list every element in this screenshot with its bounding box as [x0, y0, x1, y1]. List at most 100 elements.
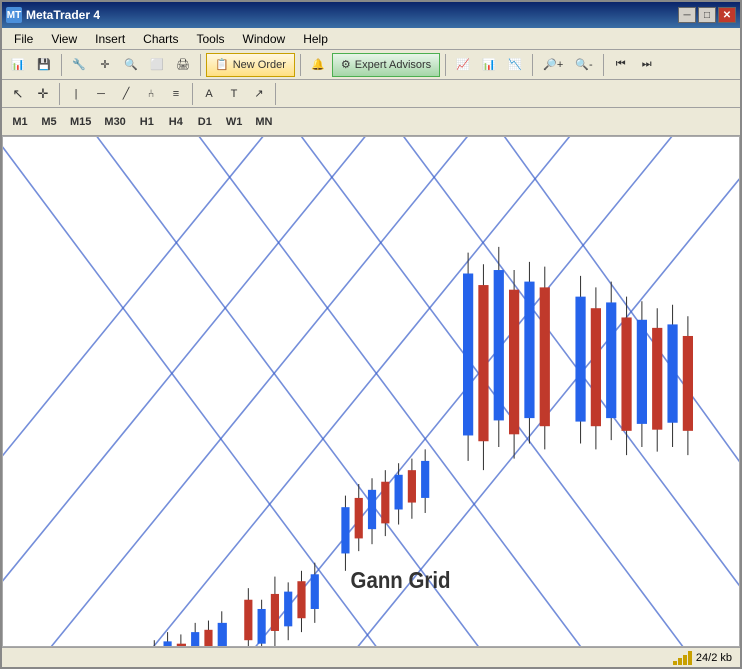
- separator-3: [300, 54, 301, 76]
- svg-text:Gann Grid: Gann Grid: [351, 567, 451, 593]
- chart-candle-btn[interactable]: 📊: [477, 53, 501, 77]
- signal-bar-2: [678, 658, 682, 665]
- cursor-icon: ↖: [13, 86, 24, 102]
- trading-icon-btn[interactable]: 🔔: [306, 53, 330, 77]
- scroll-fwd-btn[interactable]: ⏭: [635, 53, 659, 77]
- tf-h1[interactable]: H1: [133, 111, 161, 133]
- separator-5: [532, 54, 533, 76]
- print-button[interactable]: 🖨: [171, 53, 195, 77]
- new-order-label: New Order: [233, 59, 286, 71]
- signal-bar-1: [673, 661, 677, 665]
- chart-bar-btn[interactable]: 📈: [451, 53, 475, 77]
- vline-icon: |: [75, 88, 78, 100]
- text-label-tool[interactable]: T: [222, 82, 246, 106]
- crosshair-icon: ✛: [38, 86, 49, 102]
- arrow-tool[interactable]: ↗: [247, 82, 271, 106]
- status-kb-info: 24/2 kb: [696, 652, 732, 664]
- signal-icon: [673, 651, 692, 665]
- crosshair-tool[interactable]: ✛: [31, 82, 55, 106]
- chart-line-btn[interactable]: 📉: [503, 53, 527, 77]
- new-chart-icon: 📊: [11, 58, 25, 71]
- expert-advisors-label: Expert Advisors: [355, 59, 431, 71]
- channel-icon: ≡: [173, 88, 179, 100]
- print-icon: 🖨: [176, 58, 190, 71]
- text-icon: A: [205, 88, 212, 100]
- minimize-button[interactable]: ─: [678, 7, 696, 23]
- scroll-back-btn[interactable]: ⏮: [609, 53, 633, 77]
- toolbar-drawing: ↖ ✛ | ─ ╱ ⑃ ≡ A T ↗: [2, 80, 740, 108]
- scroll-fwd-icon: ⏭: [642, 58, 652, 71]
- main-window: MT MetaTrader 4 ─ □ ✕ File View Insert C…: [0, 0, 742, 669]
- app-icon-text: MT: [7, 10, 21, 21]
- menu-insert[interactable]: Insert: [87, 30, 133, 48]
- vline-tool[interactable]: |: [64, 82, 88, 106]
- zoom-button[interactable]: 🔍: [119, 53, 143, 77]
- status-indicator: 24/2 kb: [673, 651, 732, 665]
- new-order-icon: 📋: [215, 58, 229, 71]
- new-chart-button[interactable]: 📊: [6, 53, 30, 77]
- expert-advisors-button[interactable]: ⚙ Expert Advisors: [332, 53, 440, 77]
- tf-w1[interactable]: W1: [220, 111, 249, 133]
- separator-4: [445, 54, 446, 76]
- pitchfork-icon: ⑃: [148, 88, 155, 100]
- chart-area[interactable]: Gann Grid: [2, 136, 740, 647]
- chart-candle-icon: 📊: [482, 58, 496, 71]
- draw-sep-3: [275, 83, 276, 105]
- separator-2: [200, 54, 201, 76]
- menu-window[interactable]: Window: [235, 30, 294, 48]
- new-order-button[interactable]: 📋 New Order: [206, 53, 295, 77]
- zoom-out-btn[interactable]: 🔍-: [570, 53, 597, 77]
- menu-view[interactable]: View: [43, 30, 85, 48]
- zoom-in-icon: 🔎+: [543, 58, 563, 71]
- tf-mn[interactable]: MN: [249, 111, 278, 133]
- pitchfork-tool[interactable]: ⑃: [139, 82, 163, 106]
- trendline-icon: ╱: [123, 87, 130, 100]
- zoom-in-btn[interactable]: 🔎+: [538, 53, 568, 77]
- zoom-out-icon: 🔍-: [575, 58, 592, 71]
- tf-m1[interactable]: M1: [6, 111, 34, 133]
- chart-bar-icon: 📈: [456, 58, 470, 71]
- tf-m5[interactable]: M5: [35, 111, 63, 133]
- navigate-button[interactable]: ✛: [93, 53, 117, 77]
- channel-tool[interactable]: ≡: [164, 82, 188, 106]
- tf-h4[interactable]: H4: [162, 111, 190, 133]
- text-label-icon: T: [231, 88, 238, 100]
- trendline-tool[interactable]: ╱: [114, 82, 138, 106]
- text-tool[interactable]: A: [197, 82, 221, 106]
- open-account-button[interactable]: 💾: [32, 53, 56, 77]
- close-button[interactable]: ✕: [718, 7, 736, 23]
- status-bar: 24/2 kb: [2, 647, 740, 667]
- chart-line-icon: 📉: [508, 58, 522, 71]
- tf-d1[interactable]: D1: [191, 111, 219, 133]
- toolbar-timeframe: M1 M5 M15 M30 H1 H4 D1 W1 MN: [2, 108, 740, 136]
- signal-bar-3: [683, 655, 687, 665]
- toolbar-main: 📊 💾 🔧 ✛ 🔍 ⬜ 🖨 📋 New Order 🔔: [2, 50, 740, 80]
- menu-tools[interactable]: Tools: [189, 30, 233, 48]
- zoom-icon: 🔍: [124, 58, 138, 71]
- navigate-icon: ✛: [100, 58, 109, 71]
- separator-6: [603, 54, 604, 76]
- separator-1: [61, 54, 62, 76]
- menu-charts[interactable]: Charts: [135, 30, 186, 48]
- title-bar: MT MetaTrader 4 ─ □ ✕: [2, 2, 740, 28]
- maximize-button[interactable]: □: [698, 7, 716, 23]
- properties-button[interactable]: ⬜: [145, 53, 169, 77]
- menu-help[interactable]: Help: [295, 30, 336, 48]
- window-title: MetaTrader 4: [26, 8, 100, 22]
- arrow-icon: ↗: [254, 87, 263, 100]
- hline-icon: ─: [97, 88, 105, 100]
- app-icon: MT: [6, 7, 22, 23]
- cursor-tool[interactable]: ↖: [6, 82, 30, 106]
- tf-m30[interactable]: M30: [98, 111, 131, 133]
- scroll-back-icon: ⏮: [616, 58, 626, 71]
- hline-tool[interactable]: ─: [89, 82, 113, 106]
- menu-file[interactable]: File: [6, 30, 41, 48]
- chart-svg: Gann Grid: [3, 137, 739, 646]
- properties-icon: ⬜: [150, 58, 164, 71]
- expert-advisors-icon: ⚙: [341, 58, 351, 71]
- tf-m15[interactable]: M15: [64, 111, 97, 133]
- title-bar-left: MT MetaTrader 4: [6, 7, 100, 23]
- draw-sep-1: [59, 83, 60, 105]
- profiles-button[interactable]: 🔧: [67, 53, 91, 77]
- profiles-icon: 🔧: [72, 58, 86, 71]
